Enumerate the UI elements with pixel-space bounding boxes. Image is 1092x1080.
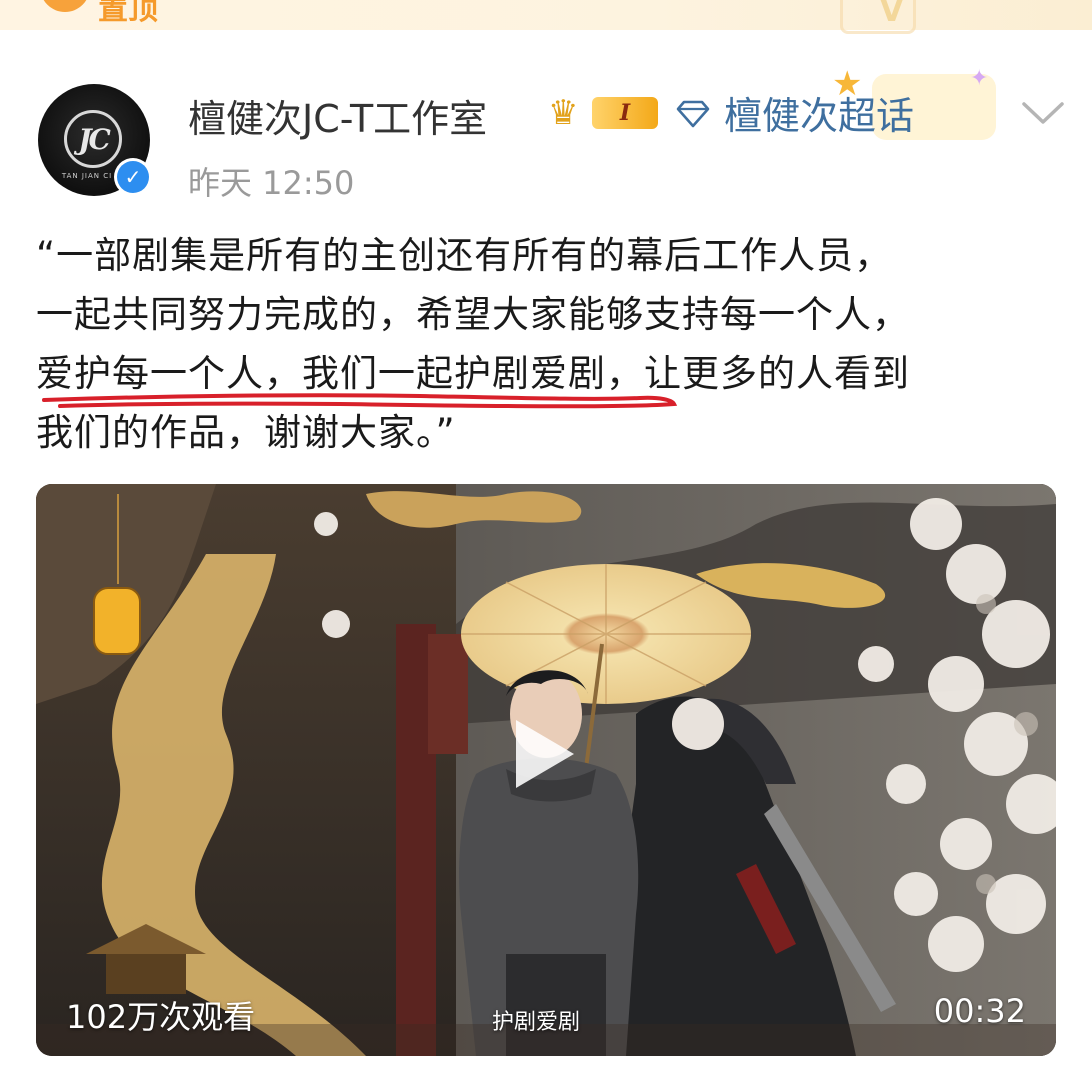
level-label: I: [592, 97, 658, 129]
hand-drawn-underline: [42, 393, 678, 409]
weibo-post-page: 置顶 V JC TAN JIAN CI ST ✓ 檀健次JC-T工作室 ♛ I …: [0, 0, 1092, 1080]
fire-icon: [40, 0, 90, 12]
video-caption: 护剧爱剧: [492, 1010, 581, 1035]
banner-v-icon: V: [880, 0, 904, 29]
diamond-icon: [676, 95, 710, 129]
pinned-label: 置顶: [98, 0, 158, 27]
author-name[interactable]: 檀健次JC-T工作室: [188, 88, 487, 143]
video-player[interactable]: 102万次观看 护剧爱剧 00:32: [36, 484, 1056, 1056]
post-line: 一起共同努力完成的，希望大家能够支持每一个人，: [36, 293, 910, 336]
view-count: 102万次观看: [66, 998, 256, 1036]
top-banner: 置顶 V: [0, 0, 1092, 34]
play-icon[interactable]: [516, 720, 574, 788]
super-topic-link[interactable]: 檀健次超话: [676, 90, 914, 138]
post-body: “一部剧集是所有的主创还有所有的幕后工作人员， 一起共同努力完成的，希望大家能够…: [36, 226, 1066, 462]
banner-decoration: [840, 0, 916, 34]
chevron-down-icon[interactable]: [1020, 96, 1066, 130]
sparkle-icon: ✦: [970, 66, 989, 91]
verified-check: ✓: [117, 161, 149, 193]
super-topic-label: 檀健次超话: [724, 93, 915, 138]
member-level-badge[interactable]: ♛ I: [548, 94, 664, 132]
post-timestamp: 昨天 12:50: [188, 164, 355, 202]
verified-icon: ✓: [114, 158, 152, 196]
post-line: “一部剧集是所有的主创还有所有的幕后工作人员，: [36, 234, 893, 277]
video-duration: 00:32: [933, 992, 1026, 1030]
crown-icon: ♛: [548, 93, 579, 133]
avatar-monogram: JC: [64, 110, 122, 168]
